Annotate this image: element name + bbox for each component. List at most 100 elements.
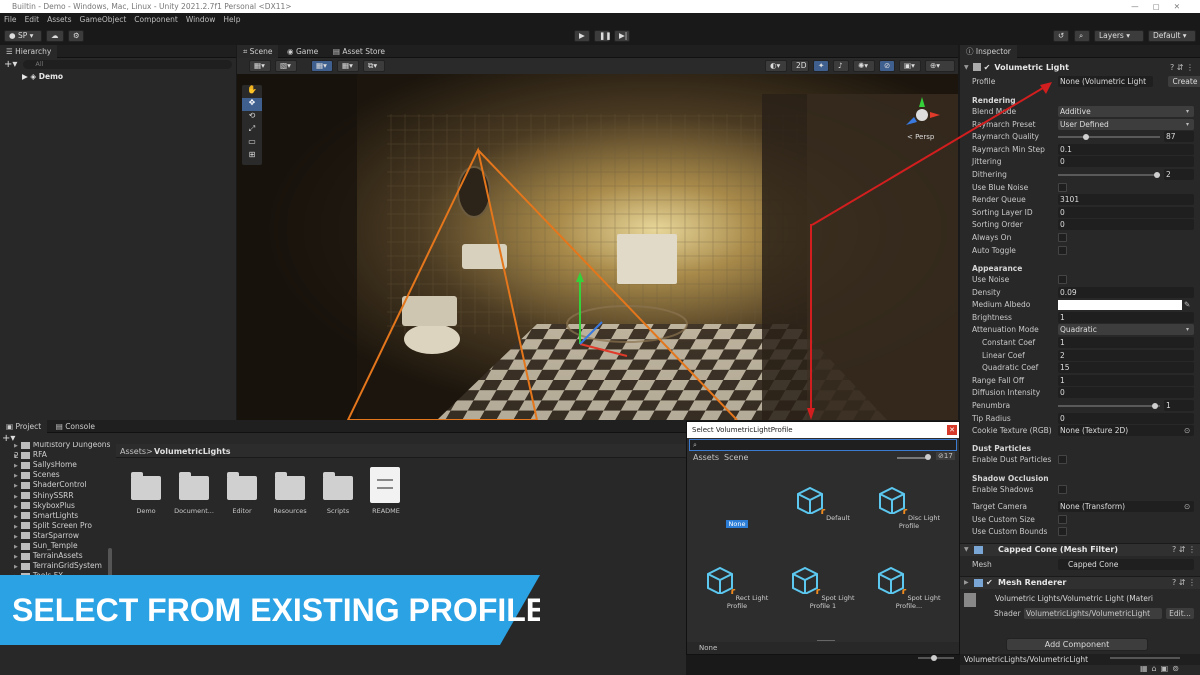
breadcrumb-volumetriclights[interactable]: VolumetricLights <box>154 447 231 456</box>
search-icon[interactable]: ⌕ <box>1074 30 1090 42</box>
rotate-tool-icon[interactable]: ⟲ <box>242 111 262 124</box>
object-picker-icon[interactable]: ⊙ <box>1184 425 1190 437</box>
component-header[interactable]: ▼ ✔ Volumetric Light ? ⇵ ⋮ <box>964 61 1198 73</box>
project-zoom-thumb[interactable] <box>931 655 937 661</box>
appearance-field[interactable]: 2 <box>1058 349 1194 361</box>
play-button[interactable]: ▶ <box>574 30 590 42</box>
create-profile-button[interactable]: Create <box>1168 76 1200 87</box>
tab-inspector[interactable]: ⓘ Inspector <box>960 45 1017 58</box>
menu-component[interactable]: Component <box>134 13 178 27</box>
eyedropper-icon[interactable]: ✎ <box>1184 299 1190 311</box>
add-icon[interactable]: +▾ <box>4 59 17 70</box>
rendering-slider[interactable] <box>1058 174 1160 176</box>
mesh-filter-foldout-icon[interactable]: ▼ <box>964 546 969 553</box>
target-checkbox[interactable] <box>1058 527 1067 537</box>
rendering-checkbox[interactable] <box>1058 245 1067 255</box>
profile-item[interactable]: {}Default <box>783 484 863 524</box>
rendering-slider-thumb[interactable] <box>1154 172 1161 178</box>
gizmo-mode-button[interactable]: ▧▾ <box>275 60 297 72</box>
document-icon[interactable] <box>370 467 400 503</box>
tab-game[interactable]: ◉ Game <box>281 45 324 58</box>
collab-icon[interactable]: ⚙ <box>68 30 84 42</box>
appearance-color-swatch[interactable] <box>1058 300 1182 311</box>
move-tool-icon[interactable]: ✥ <box>242 98 262 111</box>
appearance-slider-thumb[interactable] <box>1152 403 1159 409</box>
rendering-slider[interactable] <box>1058 136 1160 139</box>
tab-console[interactable]: ▤ Console <box>50 420 101 433</box>
rect-tool-icon[interactable]: ▭ <box>242 137 262 150</box>
hierarchy-search-input[interactable] <box>23 59 232 69</box>
profile-item[interactable]: {}Disc Light Profile <box>869 484 949 530</box>
folder-icon[interactable] <box>275 472 305 500</box>
audio-icon[interactable]: ♪ <box>833 60 849 72</box>
hidden-objects-icon[interactable]: ⊘ <box>879 60 895 72</box>
appearance-field[interactable]: 1 <box>1058 337 1194 348</box>
picker-search-input[interactable]: ⌕ <box>689 439 957 451</box>
rendering-slider-thumb[interactable] <box>1082 134 1089 141</box>
appearance-value[interactable]: 1 <box>1164 400 1194 411</box>
shader-edit-button[interactable]: Edit... <box>1166 608 1194 619</box>
rendering-dropdown[interactable]: Additive <box>1058 106 1194 117</box>
scene-root-item[interactable]: ▶ ◈ Demo <box>0 70 236 81</box>
step-button[interactable]: ▶| <box>614 30 630 42</box>
transform-tool-icon[interactable]: ⊞ <box>242 150 262 163</box>
add-component-button[interactable]: Add Component <box>1006 638 1148 651</box>
pause-button[interactable]: ❚❚ <box>594 30 612 42</box>
picker-tab-assets[interactable]: Assets <box>693 453 719 462</box>
appearance-field[interactable]: 15 <box>1058 362 1194 374</box>
rendering-field[interactable]: 0 <box>1058 219 1194 231</box>
appearance-field[interactable]: 0 <box>1058 412 1194 424</box>
enable-shadows-checkbox[interactable] <box>1058 485 1067 494</box>
breadcrumb-assets[interactable]: Assets <box>120 447 146 456</box>
menu-gameobject[interactable]: GameObject <box>80 13 127 27</box>
gizmos-button[interactable]: ⊕▾ <box>925 60 955 72</box>
rendering-value[interactable]: 87 <box>1164 131 1194 143</box>
target-checkbox[interactable] <box>1058 514 1067 524</box>
status-tray-icons[interactable]: ▦⌂▣⊚ <box>1140 664 1183 673</box>
folder-icon[interactable] <box>131 472 161 500</box>
layout-dropdown[interactable]: Default ▾ <box>1148 30 1196 42</box>
lighting-icon[interactable]: ✦ <box>813 60 829 72</box>
picker-size-slider-thumb[interactable] <box>925 454 931 460</box>
mesh-renderer-checkbox[interactable]: ✔ <box>986 578 993 587</box>
mesh-filter-header[interactable]: ▼ Capped Cone (Mesh Filter) ? ⇵ ⋮ <box>960 543 1200 556</box>
appearance-field[interactable]: 1 <box>1058 311 1194 323</box>
account-button[interactable]: ● SP ▾ <box>4 30 42 42</box>
appearance-slider[interactable] <box>1058 405 1160 407</box>
shader-dropdown[interactable]: VolumetricLights/VolumetricLight <box>1024 608 1162 619</box>
grid-snap-button[interactable]: ▦▾ <box>311 60 333 72</box>
align-button[interactable]: ⧉▾ <box>363 60 385 72</box>
rendering-field[interactable]: 0 <box>1058 206 1194 218</box>
rendering-field[interactable]: 0.1 <box>1058 143 1194 155</box>
hand-tool-icon[interactable]: ✋ <box>242 85 262 98</box>
profile-item[interactable]: {}Rect Light Profile <box>697 564 777 610</box>
cloud-icon[interactable]: ☁ <box>46 30 64 42</box>
rendering-value[interactable]: 2 <box>1164 169 1194 180</box>
appearance-field[interactable]: 0 <box>1058 387 1194 399</box>
menu-file[interactable]: File <box>4 13 17 27</box>
tab-asset-store[interactable]: ▤ Asset Store <box>327 45 391 58</box>
mesh-renderer-header[interactable]: ▶ ✔ Mesh Renderer ? ⇵ ⋮ <box>960 576 1200 589</box>
appearance-field[interactable]: 1 <box>1058 374 1194 386</box>
appearance-dropdown[interactable]: Quadratic <box>1058 324 1194 336</box>
mesh-renderer-menu-icon[interactable]: ? ⇵ ⋮ <box>1172 578 1196 587</box>
scene-camera-button[interactable]: ▣▾ <box>899 60 921 72</box>
tab-scene[interactable]: ⌗ Scene <box>237 45 279 58</box>
layers-dropdown[interactable]: Layers ▾ <box>1094 30 1144 42</box>
toggle-2d-button[interactable]: 2D <box>791 60 809 72</box>
component-menu-icon[interactable]: ? ⇵ ⋮ <box>1170 63 1194 72</box>
menu-help[interactable]: Help <box>223 13 240 27</box>
scale-tool-icon[interactable]: ⤢ <box>242 124 262 137</box>
window-controls[interactable]: —▢✕ <box>1131 0 1194 13</box>
appearance-checkbox[interactable] <box>1058 275 1067 284</box>
object-picker-icon[interactable]: ⊙ <box>1184 501 1190 513</box>
profile-field[interactable]: None (Volumetric Light <box>1058 76 1153 87</box>
rendering-field[interactable]: 3101 <box>1058 194 1194 206</box>
menu-assets[interactable]: Assets <box>47 13 71 27</box>
tab-project[interactable]: ▣ Project <box>0 420 48 433</box>
target-field[interactable]: None (Transform) <box>1058 501 1194 512</box>
shading-mode-button[interactable]: ◐▾ <box>765 60 787 72</box>
appearance-field[interactable]: 0.09 <box>1058 286 1194 298</box>
rendering-dropdown[interactable]: User Defined <box>1058 118 1194 130</box>
folder-icon[interactable] <box>179 472 209 500</box>
